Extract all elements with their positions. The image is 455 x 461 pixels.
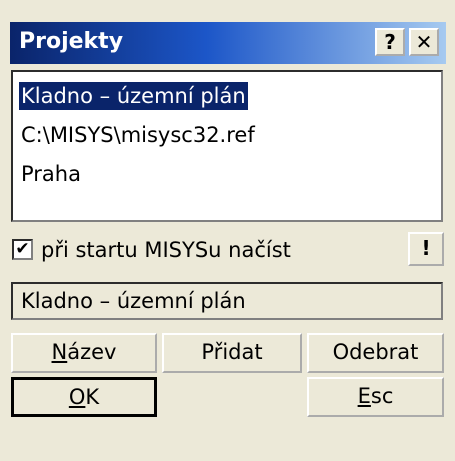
title-bar[interactable]: Projekty ? ✕ xyxy=(10,22,446,64)
close-icon: ✕ xyxy=(415,30,433,54)
ok-mnemonic: O xyxy=(68,385,86,409)
rename-label: ázev xyxy=(67,340,117,364)
esc-button[interactable]: Esc xyxy=(307,377,444,417)
remove-button[interactable]: Odebrat xyxy=(307,333,444,373)
list-item[interactable]: Kladno – územní plán xyxy=(19,82,248,110)
list-item[interactable]: Praha xyxy=(21,160,81,188)
project-name-field[interactable]: Kladno – územní plán xyxy=(11,282,443,320)
check-mark-icon: ✔ xyxy=(15,239,30,259)
rename-button[interactable]: Název xyxy=(11,333,157,373)
help-button[interactable]: ? xyxy=(375,28,405,56)
add-button[interactable]: Přidat xyxy=(162,333,302,373)
rename-mnemonic: N xyxy=(51,340,68,364)
startup-load-checkbox[interactable]: ✔ xyxy=(12,239,33,260)
ok-label: K xyxy=(85,385,100,409)
window-title: Projekty xyxy=(19,29,124,54)
startup-action-button[interactable]: ! xyxy=(408,232,444,266)
close-button[interactable]: ✕ xyxy=(409,28,439,56)
project-list[interactable]: Kladno – územní plán C:\MISYS\misysc32.r… xyxy=(11,70,443,222)
esc-label: sc xyxy=(370,384,394,408)
projekty-dialog: Projekty ? ✕ Kladno – územní plán C:\MIS… xyxy=(0,0,455,461)
list-item[interactable]: C:\MISYS\misysc32.ref xyxy=(21,121,255,149)
project-name-value: Kladno – územní plán xyxy=(21,289,246,313)
esc-mnemonic: E xyxy=(357,384,371,408)
ok-button[interactable]: OK xyxy=(11,377,157,417)
startup-load-label: při startu MISYSu načíst xyxy=(41,238,291,262)
